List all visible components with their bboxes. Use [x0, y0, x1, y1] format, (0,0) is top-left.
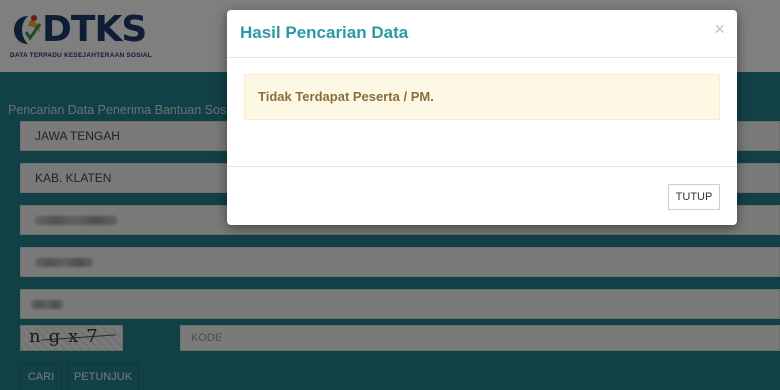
close-icon[interactable]: ×: [714, 19, 725, 39]
modal-title: Hasil Pencarian Data: [240, 23, 409, 42]
search-result-modal: Hasil Pencarian Data × Tidak Terdapat Pe…: [227, 10, 737, 225]
modal-header: Hasil Pencarian Data ×: [227, 10, 737, 58]
result-alert: Tidak Terdapat Peserta / PM.: [244, 74, 720, 120]
close-button[interactable]: TUTUP: [668, 184, 720, 210]
modal-footer: TUTUP: [227, 166, 737, 225]
